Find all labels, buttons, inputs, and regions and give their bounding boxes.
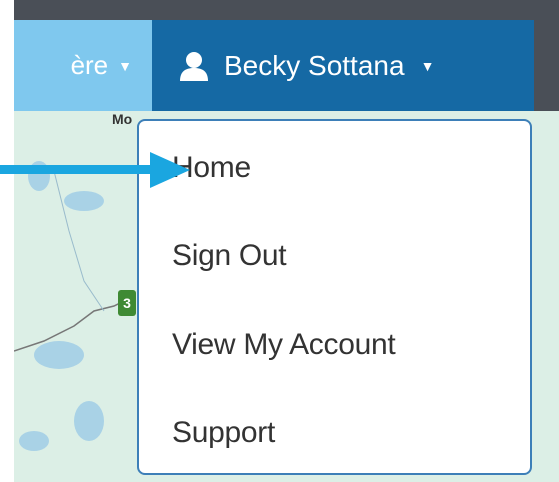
caret-down-icon: ▼ xyxy=(118,57,132,74)
menu-item-sign-out[interactable]: Sign Out xyxy=(172,239,287,273)
caret-down-icon: ▼ xyxy=(420,57,435,74)
user-menu-button[interactable]: Becky Sottana ▼ xyxy=(152,20,534,111)
language-label: ère xyxy=(70,50,109,80)
arrow-right-icon xyxy=(0,152,190,188)
menu-item-view-my-account[interactable]: View My Account xyxy=(172,328,396,362)
language-dropdown-button[interactable]: ère ▼ xyxy=(14,20,152,111)
menu-item-support[interactable]: Support xyxy=(172,416,275,450)
user-icon xyxy=(180,51,208,81)
navbar-edge xyxy=(534,20,559,111)
user-name: Becky Sottana xyxy=(224,49,405,81)
road-number-badge: 3 xyxy=(118,290,136,316)
